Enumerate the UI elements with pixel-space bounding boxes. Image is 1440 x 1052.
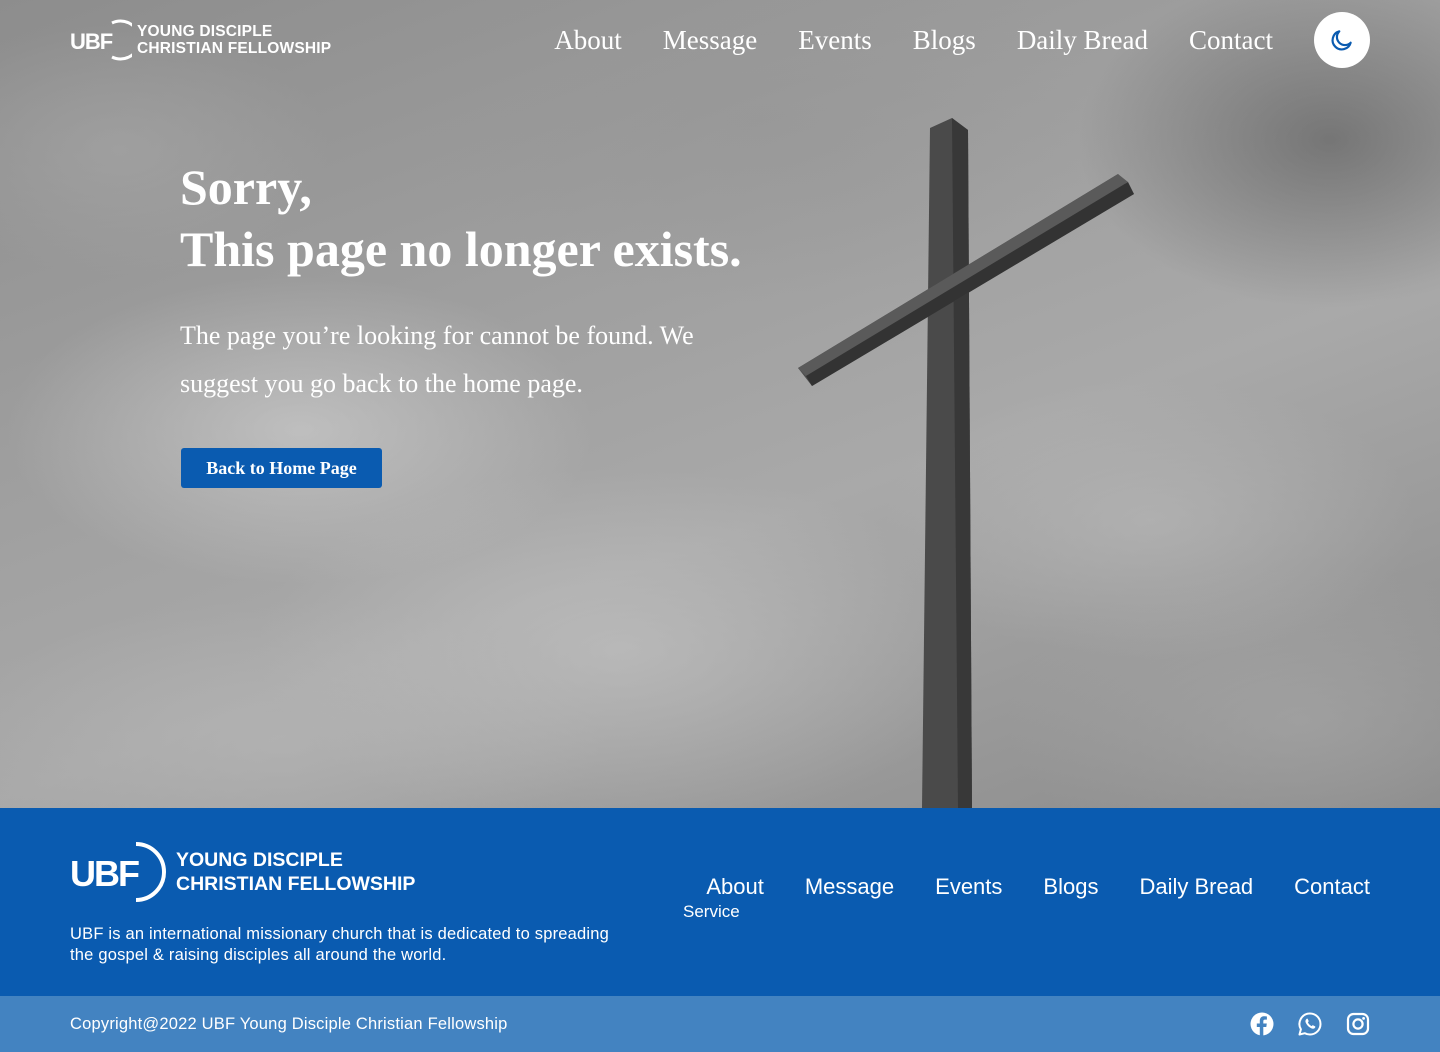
- nav-link-contact[interactable]: Contact: [1189, 25, 1273, 56]
- footer-link-blogs[interactable]: Blogs: [1043, 874, 1098, 900]
- ubf-logo: UBF: [70, 19, 132, 61]
- top-navigation: UBF YOUNG DISCIPLE CHRISTIAN FELLOWSHIP …: [70, 12, 1370, 68]
- footer-link-about[interactable]: About: [706, 874, 764, 900]
- footer-link-service[interactable]: Service: [683, 902, 740, 922]
- page-title: Sorry, This page no longer exists.: [180, 156, 742, 280]
- title-line-1: Sorry,: [180, 159, 312, 215]
- footer-logo-text: UBF: [70, 853, 139, 894]
- nav-link-about[interactable]: About: [554, 25, 622, 56]
- footer-description: UBF is an international missionary churc…: [70, 925, 610, 964]
- brand-name: YOUNG DISCIPLE CHRISTIAN FELLOWSHIP: [137, 23, 331, 57]
- nav-link-daily-bread[interactable]: Daily Bread: [1017, 25, 1148, 56]
- theme-toggle-button[interactable]: [1314, 12, 1370, 68]
- footer-links: About Message Events Blogs Daily Bread C…: [706, 874, 1370, 900]
- copyright-text: Copyright@2022 UBF Young Disciple Christ…: [70, 1015, 508, 1033]
- footer-brand-line-1: YOUNG DISCIPLE: [176, 849, 343, 871]
- footer-ubf-logo: UBF: [70, 842, 166, 902]
- copyright-bar: Copyright@2022 UBF Young Disciple Christ…: [0, 996, 1440, 1052]
- footer-brand-line-2: CHRISTIAN FELLOWSHIP: [176, 873, 416, 895]
- brand-logo-link[interactable]: UBF YOUNG DISCIPLE CHRISTIAN FELLOWSHIP: [70, 12, 331, 68]
- back-to-home-button[interactable]: Back to Home Page: [181, 448, 382, 488]
- hero-section: UBF YOUNG DISCIPLE CHRISTIAN FELLOWSHIP …: [0, 0, 1440, 808]
- error-description: The page you’re looking for cannot be fo…: [180, 321, 694, 398]
- nav-link-blogs[interactable]: Blogs: [913, 25, 976, 56]
- footer-link-contact[interactable]: Contact: [1294, 874, 1370, 900]
- facebook-icon[interactable]: [1250, 1012, 1274, 1036]
- footer-brand[interactable]: UBF YOUNG DISCIPLE CHRISTIAN FELLOWSHIP: [70, 840, 415, 904]
- nav-link-message[interactable]: Message: [663, 25, 757, 56]
- nav-link-events[interactable]: Events: [798, 25, 872, 56]
- instagram-icon[interactable]: [1346, 1012, 1370, 1036]
- footer-link-daily-bread[interactable]: Daily Bread: [1139, 874, 1253, 900]
- footer-link-events[interactable]: Events: [935, 874, 1002, 900]
- footer-brand-name: YOUNG DISCIPLE CHRISTIAN FELLOWSHIP: [176, 848, 415, 896]
- title-line-2: This page no longer exists.: [180, 221, 742, 277]
- whatsapp-icon[interactable]: [1298, 1012, 1322, 1036]
- social-links: [1226, 1012, 1370, 1036]
- nav-links: About Message Events Blogs Daily Bread C…: [554, 25, 1273, 56]
- logo-text: UBF: [70, 29, 113, 54]
- footer-link-message[interactable]: Message: [805, 874, 894, 900]
- brand-line-2: CHRISTIAN FELLOWSHIP: [137, 40, 332, 57]
- brand-line-1: YOUNG DISCIPLE: [137, 23, 273, 40]
- moon-icon: [1331, 30, 1352, 51]
